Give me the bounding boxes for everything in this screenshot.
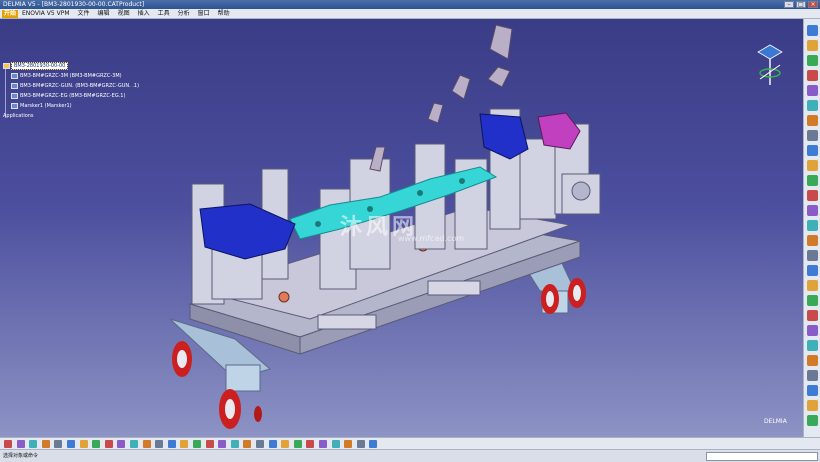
menu-tools[interactable]: 工具 — [154, 9, 174, 18]
draft-icon[interactable] — [807, 370, 818, 381]
point-icon[interactable] — [807, 250, 818, 261]
sweep-icon[interactable] — [807, 310, 818, 321]
chamfer-icon[interactable] — [807, 340, 818, 351]
status-bar: 选择对象或命令 — [0, 449, 820, 462]
undo-icon[interactable] — [92, 440, 101, 448]
iso-view-icon[interactable] — [243, 440, 252, 448]
shell-icon[interactable] — [807, 385, 818, 396]
new-icon[interactable] — [4, 440, 12, 448]
menu-window[interactable]: 窗口 — [194, 9, 214, 18]
revolve-icon[interactable] — [807, 295, 818, 306]
sketch-icon[interactable] — [807, 40, 818, 51]
close-button[interactable]: × — [808, 1, 818, 8]
watermark-url: www.mfcad.com — [398, 234, 465, 243]
measure-icon[interactable] — [344, 440, 353, 448]
menu-file[interactable]: 文件 — [74, 9, 94, 18]
product-icon — [3, 62, 10, 69]
cut-icon[interactable] — [54, 440, 63, 448]
render-icon[interactable] — [319, 440, 327, 448]
shading-icon[interactable] — [256, 440, 264, 448]
hole-icon[interactable] — [807, 325, 818, 336]
analysis-icon[interactable] — [356, 440, 365, 448]
tree-applications[interactable]: Applications — [3, 111, 139, 121]
tree-icon[interactable] — [155, 440, 164, 448]
tree-item[interactable]: Marsker1 (Marsker1) — [3, 101, 139, 111]
zoom-in-icon[interactable] — [205, 440, 214, 448]
menu-edit[interactable]: 编辑 — [94, 9, 114, 18]
compass-icon[interactable] — [331, 440, 340, 448]
pan-icon[interactable] — [180, 440, 189, 448]
clash-icon[interactable] — [807, 190, 818, 201]
swap-icon[interactable] — [281, 440, 290, 448]
help-icon[interactable] — [117, 440, 126, 448]
snap-icon[interactable] — [807, 130, 818, 141]
hide-icon[interactable] — [268, 440, 277, 448]
maximize-button[interactable]: □ — [796, 1, 806, 8]
assembly-icon[interactable] — [807, 100, 818, 111]
part-icon — [11, 82, 18, 89]
paste-icon[interactable] — [79, 440, 88, 448]
marker-icon — [11, 102, 18, 109]
menu-enovia[interactable]: ENOVIA V5 VPM — [18, 9, 74, 18]
snapshot-icon[interactable] — [369, 440, 378, 448]
mirror-icon[interactable] — [807, 415, 818, 426]
window-title: DELMIA V5 - [BM3-2801930-00-00.CATProduc… — [3, 1, 145, 8]
select-icon[interactable] — [807, 25, 818, 36]
tree-root[interactable]: BM3-2801930-00-00 — [3, 61, 139, 71]
delmia-logo: DELMIA — [764, 418, 787, 425]
fly-icon[interactable] — [167, 440, 176, 448]
copy-icon[interactable] — [67, 440, 75, 448]
measure-icon[interactable] — [807, 55, 818, 66]
menu-help[interactable]: 帮助 — [214, 9, 234, 18]
redo-icon[interactable] — [104, 440, 113, 448]
section-icon[interactable] — [807, 205, 818, 216]
part-icon[interactable] — [807, 145, 818, 156]
robot-icon[interactable] — [807, 160, 818, 171]
normal-view-icon[interactable] — [230, 440, 239, 448]
rotate-icon[interactable] — [193, 440, 201, 448]
menu-bar: 开始 ENOVIA V5 VPM 文件 编辑 视图 插入 工具 分析 窗口 帮助 — [0, 9, 820, 19]
tree-item[interactable]: BM3-BM#GRZC-3M (BM3-BM#GRZC-3M) — [3, 71, 139, 81]
layer-icon[interactable] — [293, 440, 302, 448]
catalog-icon[interactable] — [142, 440, 151, 448]
fillet-icon[interactable] — [807, 355, 818, 366]
start-menu[interactable]: 开始 — [2, 9, 19, 18]
command-input[interactable] — [706, 452, 818, 461]
tree-item[interactable]: BM3-BM#GRZC-GUN. (BM3-BM#GRZC-GUN. .1) — [3, 81, 139, 91]
tree-item[interactable]: BM3-BM#GRZC-EG (BM3-BM#GRZC-EG.1) — [3, 91, 139, 101]
spec-tree: BM3-2801930-00-00 BM3-BM#GRZC-3M (BM3-BM… — [3, 61, 139, 121]
minimize-button[interactable]: – — [784, 1, 794, 8]
print-icon[interactable] — [41, 440, 50, 448]
pattern-icon[interactable] — [807, 400, 818, 411]
plane-icon[interactable] — [807, 220, 818, 231]
axis-icon[interactable] — [807, 235, 818, 246]
material-icon[interactable] — [306, 440, 315, 448]
extrude-icon[interactable] — [807, 280, 818, 291]
title-bar: DELMIA V5 - [BM3-2801930-00-00.CATProduc… — [0, 0, 820, 9]
zoom-out-icon[interactable] — [218, 440, 227, 448]
open-icon[interactable] — [16, 440, 25, 448]
part-icon — [11, 92, 18, 99]
weld-icon[interactable] — [807, 175, 818, 186]
curve-icon[interactable] — [807, 265, 818, 276]
formula-icon[interactable] — [130, 440, 138, 448]
menu-analyze[interactable]: 分析 — [174, 9, 194, 18]
save-icon[interactable] — [29, 440, 38, 448]
3d-viewport[interactable]: BM3-2801930-00-00 BM3-BM#GRZC-3M (BM3-BM… — [0, 19, 803, 437]
status-message: 选择对象或命令 — [3, 453, 39, 459]
part-icon — [11, 72, 18, 79]
compass-icon[interactable] — [752, 43, 788, 89]
right-toolbar — [803, 19, 820, 437]
sphere-icon[interactable] — [807, 70, 818, 81]
menu-insert[interactable]: 插入 — [134, 9, 154, 18]
surface-icon[interactable] — [807, 85, 818, 96]
constraint-icon[interactable] — [807, 115, 818, 126]
menu-view[interactable]: 视图 — [114, 9, 134, 18]
